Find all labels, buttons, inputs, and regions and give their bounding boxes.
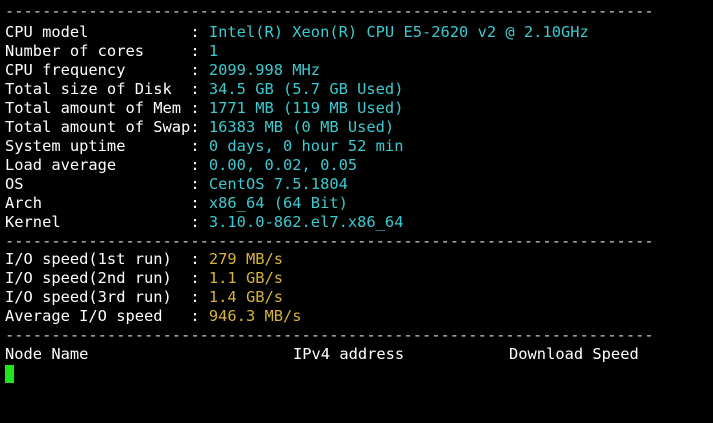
info-value: 0 days, 0 hour 52 min: [208, 137, 404, 155]
colon: :: [190, 118, 209, 136]
info-label: Total amount of Swap: [5, 118, 191, 136]
info-label: System uptime: [5, 137, 191, 155]
info-row-cpu-frequency: CPU frequency : 2099.998 MHz: [5, 61, 320, 80]
info-row-load-average: Load average : 0.00, 0.02, 0.05: [5, 156, 357, 175]
info-row-uptime: System uptime : 0 days, 0 hour 52 min: [5, 137, 403, 156]
colon: :: [190, 156, 209, 174]
io-label: I/O speed(2nd run): [5, 269, 191, 287]
header-download-speed: Download Speed: [509, 345, 639, 363]
info-label: Load average: [5, 156, 191, 174]
colon: :: [190, 42, 209, 60]
info-row-disk: Total size of Disk : 34.5 GB (5.7 GB Use…: [5, 80, 403, 99]
info-label: Total size of Disk: [5, 80, 191, 98]
info-row-cores: Number of cores : 1: [5, 42, 218, 61]
io-row-3rd-run: I/O speed(3rd run) : 1.4 GB/s: [5, 288, 283, 307]
colon: :: [190, 99, 209, 117]
separator-line: ----------------------------------------…: [5, 2, 654, 20]
info-value: 1771 MB (119 MB Used): [208, 99, 404, 117]
colon: :: [190, 194, 209, 212]
info-label: Arch: [5, 194, 191, 212]
info-row-cpu-model: CPU model : Intel(R) Xeon(R) CPU E5-2620…: [5, 23, 589, 42]
io-value: 1.4 GB/s: [208, 288, 284, 306]
info-value: Intel(R) Xeon(R) CPU E5-2620 v2 @ 2.10GH…: [208, 23, 589, 41]
info-label: Number of cores: [5, 42, 191, 60]
io-row-average: Average I/O speed : 946.3 MB/s: [5, 307, 302, 326]
terminal-cursor: [5, 365, 14, 383]
node-table-header: Node Name IPv4 address Download Speed: [0, 345, 713, 364]
colon: :: [190, 307, 209, 325]
info-label: Kernel: [5, 213, 191, 231]
colon: :: [190, 269, 209, 287]
info-value: 16383 MB (0 MB Used): [208, 118, 395, 136]
header-node-name: Node Name: [5, 345, 89, 363]
colon: :: [190, 250, 209, 268]
colon: :: [190, 23, 209, 41]
io-label: I/O speed(3rd run): [5, 288, 191, 306]
info-value: 34.5 GB (5.7 GB Used): [208, 80, 404, 98]
colon: :: [190, 288, 209, 306]
colon: :: [190, 137, 209, 155]
separator-line: ----------------------------------------…: [5, 326, 654, 344]
info-row-os: OS : CentOS 7.5.1804: [5, 175, 348, 194]
info-label: CPU model: [5, 23, 191, 41]
terminal-window[interactable]: ----------------------------------------…: [0, 0, 713, 423]
io-label: I/O speed(1st run): [5, 250, 191, 268]
info-row-swap: Total amount of Swap: 16383 MB (0 MB Use…: [5, 118, 394, 137]
info-row-mem: Total amount of Mem : 1771 MB (119 MB Us…: [5, 99, 403, 118]
io-row-2nd-run: I/O speed(2nd run) : 1.1 GB/s: [5, 269, 283, 288]
header-ipv4-address: IPv4 address: [293, 345, 405, 363]
colon: :: [190, 213, 209, 231]
separator-line: ----------------------------------------…: [5, 232, 654, 250]
info-value: CentOS 7.5.1804: [208, 175, 348, 193]
info-label: OS: [5, 175, 191, 193]
info-row-kernel: Kernel : 3.10.0-862.el7.x86_64: [5, 213, 403, 232]
colon: :: [190, 175, 209, 193]
colon: :: [190, 61, 209, 79]
info-value: 1: [208, 42, 219, 60]
info-label: Total amount of Mem: [5, 99, 191, 117]
info-value: x86_64 (64 Bit): [208, 194, 348, 212]
info-value: 2099.998 MHz: [208, 61, 321, 79]
info-label: CPU frequency: [5, 61, 191, 79]
io-row-1st-run: I/O speed(1st run) : 279 MB/s: [5, 250, 283, 269]
io-value: 946.3 MB/s: [208, 307, 302, 325]
info-value: 0.00, 0.02, 0.05: [208, 156, 358, 174]
colon: :: [190, 80, 209, 98]
info-row-arch: Arch : x86_64 (64 Bit): [5, 194, 348, 213]
info-value: 3.10.0-862.el7.x86_64: [208, 213, 404, 231]
io-label: Average I/O speed: [5, 307, 191, 325]
io-value: 279 MB/s: [208, 250, 284, 268]
io-value: 1.1 GB/s: [208, 269, 284, 287]
